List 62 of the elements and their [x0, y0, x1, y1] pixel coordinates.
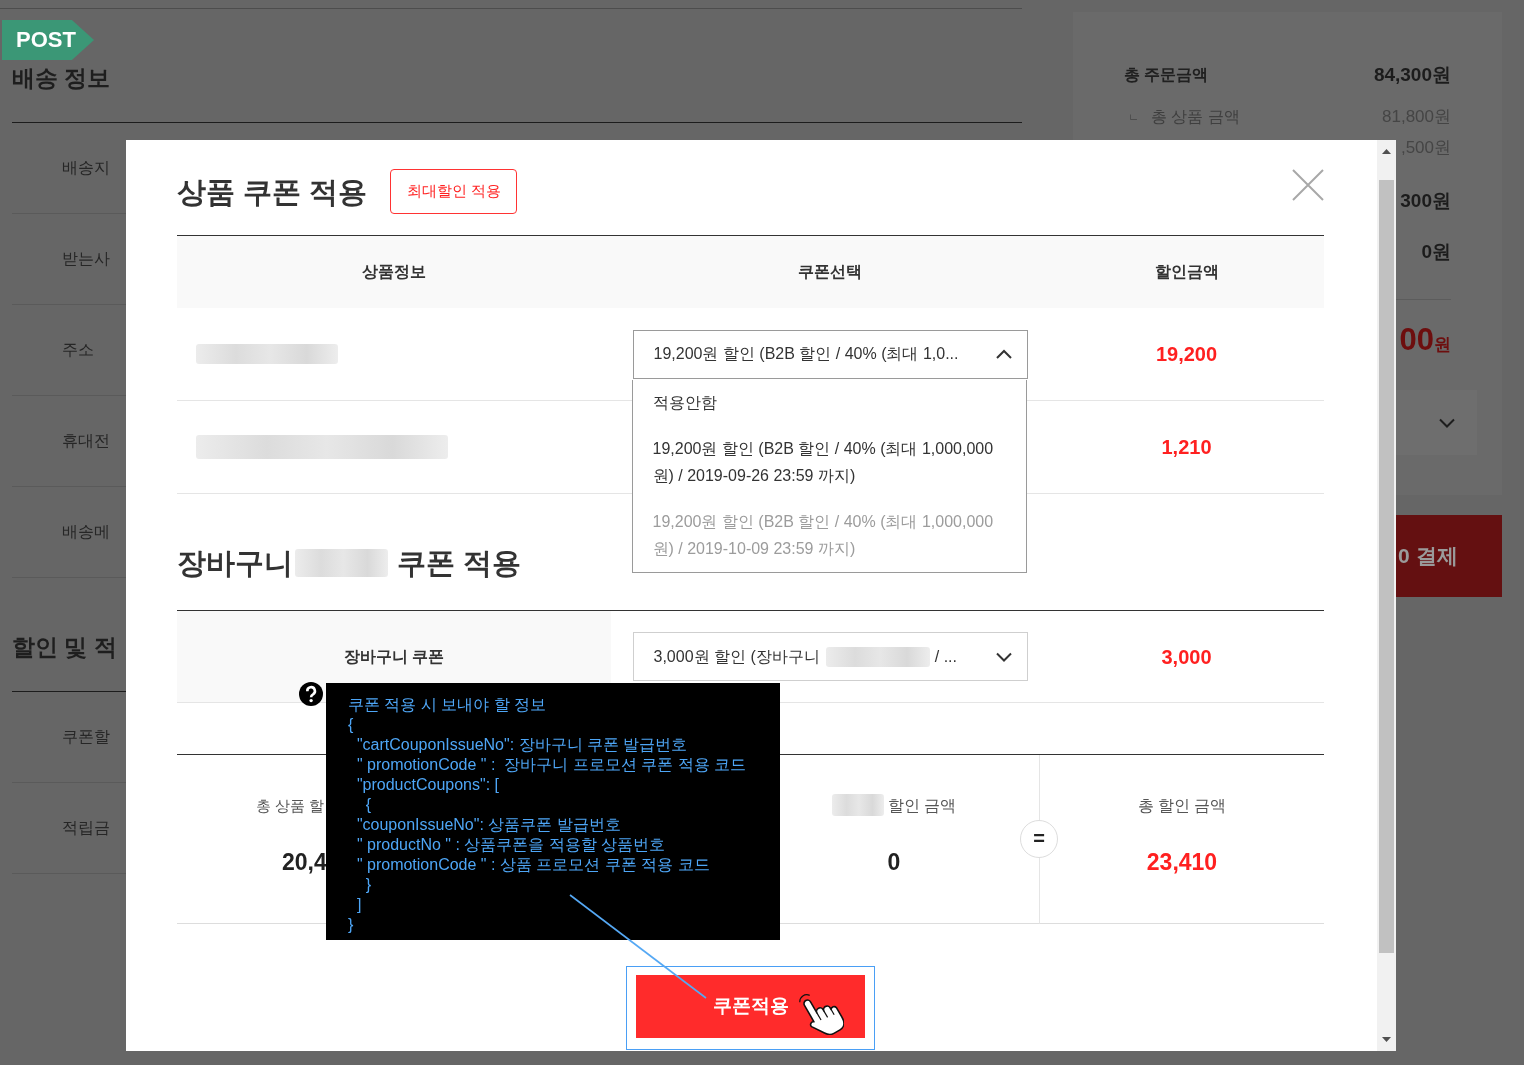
total-label: 총 할인 금액	[1137, 796, 1227, 816]
section-title: 배송 정보	[12, 64, 111, 93]
total-label: 할인 금액	[887, 796, 957, 816]
scrollbar-thumb[interactable]	[1379, 180, 1394, 953]
section-title: 할인 및 적	[12, 633, 117, 662]
dropdown-option[interactable]: 19,200원 할인 (B2B 할인 / 40% (최대 1,000,000원) / 2019-09-26 23:59 까지)	[632, 425, 1026, 499]
tooltip-line: }	[364, 875, 372, 895]
tooltip-line: "productCoupons": [	[355, 775, 499, 795]
field-label: 쿠폰할	[62, 727, 110, 747]
scroll-up-icon[interactable]	[1382, 149, 1391, 154]
column-header: 할인금액	[1049, 236, 1324, 308]
scrollbar-track[interactable]	[1377, 140, 1396, 1051]
tooltip-line: " promotionCode " : 상품 프로모션 쿠폰 적용 코드	[355, 855, 710, 875]
field-label: 배송메	[62, 522, 110, 542]
section-title: 장바구니	[177, 546, 293, 581]
total-amount: 0	[887, 848, 901, 877]
total-amount: 23,410	[1146, 848, 1218, 877]
field-label: 적립금	[62, 818, 110, 838]
tooltip-line: "couponIssueNo": 상품쿠폰 발급번호	[355, 815, 621, 835]
summary-label: 총 주문금액	[1124, 65, 1209, 85]
dropdown-option[interactable]: 적용안함	[632, 379, 1026, 426]
tooltip-line: {	[364, 795, 372, 815]
section-title: 쿠폰 적용	[397, 546, 522, 581]
apply-coupon-button[interactable]: 쿠폰적용	[636, 975, 865, 1038]
tooltip-line: " promotionCode " : 장바구니 프로모션 쿠폰 적용 코드	[355, 755, 747, 775]
pay-button[interactable]: 0 결제	[1396, 515, 1502, 597]
tooltip-line: {	[348, 715, 354, 735]
post-tag: POST	[2, 20, 94, 60]
scroll-down-icon[interactable]	[1382, 1037, 1391, 1042]
discount-amount: 3,000	[1161, 644, 1212, 670]
close-icon[interactable]	[1292, 169, 1324, 201]
chevron-down-icon	[995, 651, 1012, 662]
column-header: 상품정보	[177, 236, 611, 308]
summary-amount: 300원	[1400, 188, 1451, 213]
column-header: 쿠폰선택	[611, 236, 1049, 308]
coupon-select[interactable]: 19,200원 할인 (B2B 할인 / 40% (최대 1,0...	[632, 329, 1028, 379]
coupon-select[interactable]: 3,000원 할인 (장바구니 / ...	[632, 632, 1028, 681]
tooltip-line: ]	[355, 895, 362, 915]
select-field[interactable]	[1396, 390, 1477, 455]
summary-amount: 84,300원	[1373, 62, 1451, 87]
total-amount: 20,4	[282, 848, 327, 877]
hand-cursor-icon	[799, 994, 844, 1035]
dropdown-option: 19,200원 할인 (B2B 할인 / 40% (최대 1,000,000원) / 2019-10-09 23:59 까지)	[632, 498, 1026, 572]
max-discount-button[interactable]: 최대할인 적용	[390, 169, 518, 214]
discount-amount: 19,200	[1155, 342, 1218, 367]
tooltip-line: " productNo " : 상품쿠폰을 적용할 상품번호	[355, 835, 666, 855]
modal-title: 상품 쿠폰 적용	[177, 174, 368, 210]
tooltip-line: }	[348, 915, 354, 935]
field-label: 휴대전	[62, 431, 110, 451]
help-icon[interactable]	[299, 682, 323, 706]
chevron-down-icon	[1439, 417, 1455, 428]
field-label: 배송지	[62, 158, 110, 178]
summary-amount: 00원	[1399, 320, 1451, 359]
equals-sign: =	[1020, 820, 1058, 858]
total-label: 총 상품 할	[256, 796, 325, 816]
chevron-up-icon	[995, 349, 1012, 359]
discount-amount: 1,210	[1161, 435, 1212, 460]
tooltip-line: "cartCouponIssueNo": 장바구니 쿠폰 발급번호	[355, 735, 688, 755]
blurred-text	[831, 794, 884, 816]
field-label: 받는사	[62, 249, 110, 269]
field-label: 주소	[62, 340, 94, 360]
summary-amount: 0원	[1421, 239, 1451, 264]
